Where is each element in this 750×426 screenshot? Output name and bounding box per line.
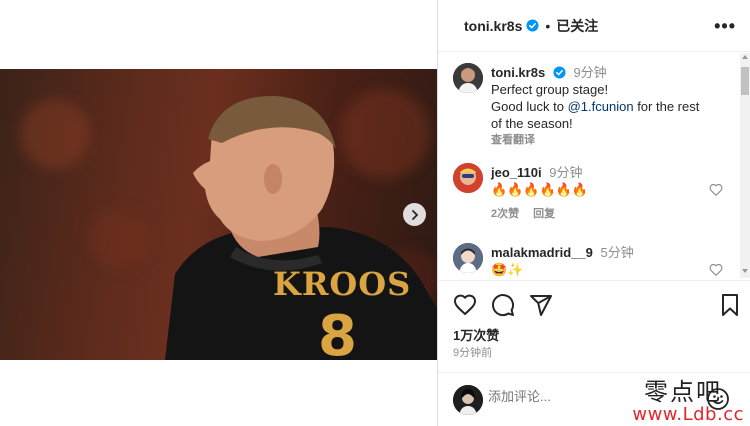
- comments-scroll-area[interactable]: toni.kr8s 9分钟 Perfect group stage! Good …: [438, 53, 750, 278]
- caption-line-2-suffix: for the rest: [633, 99, 700, 114]
- comment-username[interactable]: jeo_110i: [491, 165, 542, 180]
- comment-like-heart-icon[interactable]: [709, 263, 723, 277]
- author-avatar[interactable]: [453, 63, 483, 93]
- comment-time: 5分钟: [600, 245, 634, 260]
- current-user-avatar-image: [453, 385, 483, 415]
- caption-time: 9分钟: [573, 65, 607, 80]
- save-bookmark-icon[interactable]: [718, 293, 742, 317]
- caption-username[interactable]: toni.kr8s: [491, 65, 545, 80]
- share-paper-plane-icon[interactable]: [529, 293, 553, 317]
- like-heart-icon[interactable]: [453, 293, 477, 317]
- following-button[interactable]: 已关注: [556, 16, 598, 36]
- commenter-avatar-image: [453, 163, 483, 193]
- next-slide-button[interactable]: [403, 203, 426, 226]
- post-action-bar: [438, 280, 750, 322]
- post-media-area: KROOS 8: [0, 0, 437, 426]
- comment-time: 9分钟: [549, 165, 583, 180]
- caption-line-1: Perfect group stage!: [491, 82, 609, 97]
- scroll-down-arrow-icon[interactable]: [742, 269, 748, 273]
- caption: toni.kr8s 9分钟 Perfect group stage! Good …: [491, 64, 699, 149]
- commenter-avatar-image: [453, 243, 483, 273]
- header-separator: •: [545, 17, 551, 34]
- mention-link[interactable]: @1.fcunion: [568, 99, 634, 114]
- caption-line-2-prefix: Good luck to: [491, 99, 568, 114]
- chevron-right-icon: [411, 209, 418, 220]
- commenter-avatar[interactable]: [453, 163, 483, 193]
- more-options-button[interactable]: •••: [714, 17, 736, 35]
- caption-line-3: of the season!: [491, 116, 573, 131]
- comment-bubble-icon[interactable]: [491, 293, 515, 317]
- likes-count[interactable]: 1万次赞: [453, 325, 499, 344]
- watermark-url-text: www.Ldb.cc: [632, 404, 744, 425]
- post-timestamp: 9分钟前: [453, 347, 493, 359]
- verified-badge-icon: [553, 66, 566, 79]
- comment-likes[interactable]: 2次赞: [491, 206, 519, 223]
- comment-text: 🔥🔥🔥🔥🔥🔥: [491, 182, 589, 197]
- post-header: toni.kr8s • 已关注 •••: [438, 0, 750, 52]
- scroll-up-arrow-icon[interactable]: [742, 55, 748, 59]
- post-details-panel: toni.kr8s • 已关注 ••• toni.kr8s 9分钟 Perfec…: [437, 0, 750, 426]
- author-avatar-image: [453, 63, 483, 93]
- see-translation-link[interactable]: 查看翻译: [491, 132, 699, 149]
- comment-meta: 2次赞 回复: [491, 206, 588, 223]
- scrollbar-thumb[interactable]: [741, 67, 749, 95]
- caption-line-2: Good luck to @1.fcunion for the rest: [491, 98, 699, 115]
- commenter-avatar[interactable]: [453, 243, 483, 273]
- header-username[interactable]: toni.kr8s: [464, 18, 522, 34]
- reply-button[interactable]: 回复: [533, 206, 555, 223]
- site-watermark: 零点吧 www.Ldb.cc: [626, 370, 750, 426]
- comment-item: jeo_110i 9分钟 🔥🔥🔥🔥🔥🔥 2次赞 回复: [491, 164, 588, 223]
- comment-text: 🤩✨: [491, 262, 524, 277]
- post-photo[interactable]: KROOS 8: [0, 69, 437, 360]
- jersey-name: KROOS: [273, 265, 412, 303]
- jersey-number: 8: [318, 304, 357, 361]
- player-illustration: [165, 95, 437, 360]
- comment-item: malakmadrid__9 5分钟 🤩✨: [491, 244, 634, 278]
- comment-like-heart-icon[interactable]: [709, 183, 723, 197]
- comment-username[interactable]: malakmadrid__9: [491, 245, 593, 260]
- watermark-chinese-text: 零点吧: [644, 378, 722, 406]
- verified-badge-icon: [526, 19, 539, 32]
- current-user-avatar: [453, 385, 483, 415]
